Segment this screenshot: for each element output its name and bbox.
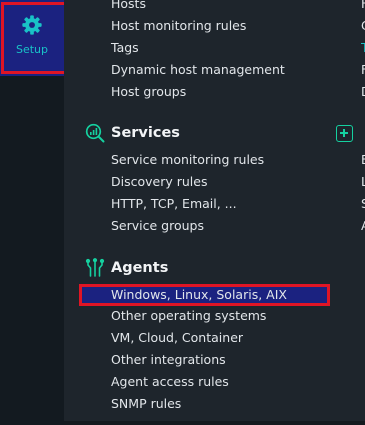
menu-link-service-groups[interactable]: Service groups [111,218,204,234]
menu-link-dynamic-host-management[interactable]: Dynamic host management [111,62,285,78]
column2-cropped-text: E [361,152,365,167]
menu-link-host-groups[interactable]: Host groups [111,84,186,100]
column2-cropped-text: S [361,196,365,211]
menu-link-vm-cloud-container[interactable]: VM, Cloud, Container [111,330,243,346]
menu-link-other-integrations[interactable]: Other integrations [111,352,226,368]
column2-cropped-text: L [361,174,365,189]
menu-link-discovery-rules[interactable]: Discovery rules [111,174,207,190]
agents-icon [85,258,105,277]
menu-link-agent-access-rules[interactable]: Agent access rules [111,374,229,390]
selected-row-annotation-box [79,284,330,306]
menu-link-hosts[interactable]: Hosts [111,0,146,12]
plus-box-icon [336,125,353,142]
column2-cropped-text: T [361,40,365,55]
menu-link-other-operating-systems[interactable]: Other operating systems [111,308,266,324]
agents-heading: Agents [111,260,169,276]
column2-cropped-text: A [361,218,365,234]
menu-link-service-monitoring-rules[interactable]: Service monitoring rules [111,152,264,168]
menu-link-host-monitoring-rules[interactable]: Host monitoring rules [111,18,246,34]
menu-link-http-tcp-email[interactable]: HTTP, TCP, Email, ... [111,196,237,212]
column2-cropped-text: F [361,62,365,77]
column2-cropped-text: D [361,84,365,100]
menu-link-snmp-rules[interactable]: SNMP rules [111,396,181,412]
setup-annotation-box [1,2,71,74]
services-heading: Services [111,125,180,141]
menu-link-tags[interactable]: Tags [111,40,139,56]
column2-cropped-text: C [361,18,365,34]
bottom-divider [64,421,365,425]
column2-cropped-text: F [361,0,365,11]
services-icon [85,123,105,143]
